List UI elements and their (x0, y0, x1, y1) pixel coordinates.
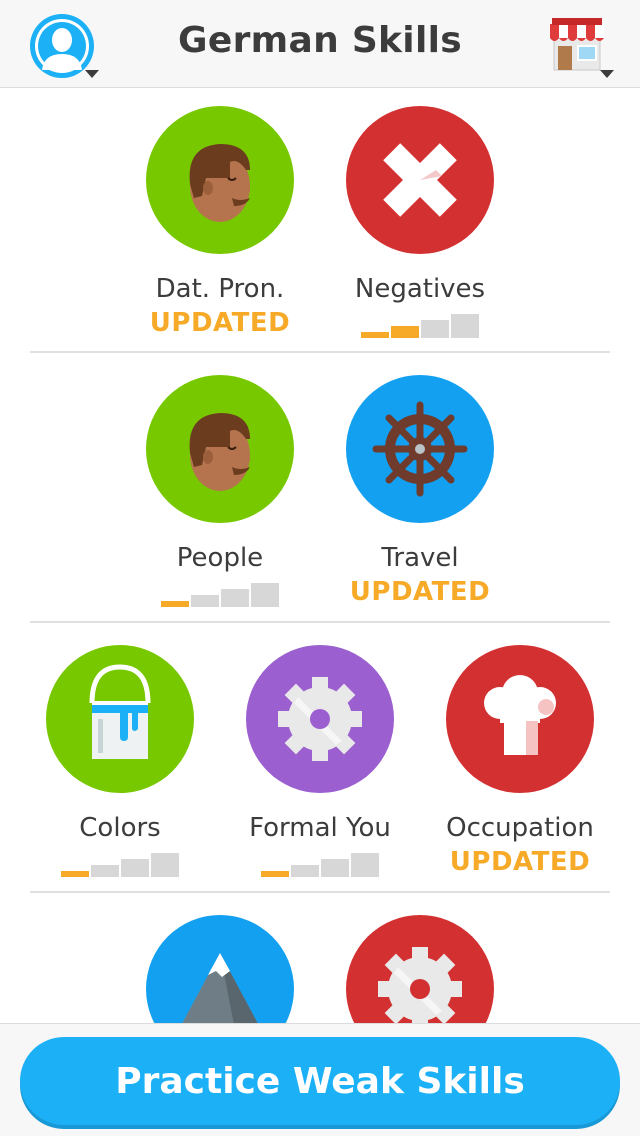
skill-name: Negatives (354, 274, 486, 304)
strength-bar (221, 589, 249, 607)
strength-meter (20, 845, 220, 879)
skill-gear[interactable] (320, 915, 520, 1023)
updated-badge: UPDATED (149, 308, 291, 338)
strength-bar (421, 320, 449, 338)
skill-name: Colors (79, 813, 161, 843)
skill-mountain-circle[interactable] (146, 915, 294, 1023)
skill-negatives-circle[interactable] (346, 106, 494, 254)
strength-bar (191, 595, 219, 607)
strength-bar (91, 865, 119, 877)
skill-dat-pron[interactable]: Dat. Pron. UPDATED (120, 106, 320, 340)
strength-bar (261, 871, 289, 877)
skill-occupation-circle[interactable] (446, 645, 594, 793)
paint-bucket-icon (89, 664, 151, 759)
skill-people-circle[interactable] (146, 375, 294, 523)
skill-name: Formal You (249, 813, 391, 843)
mountain-icon (182, 953, 258, 1023)
strength-meter (220, 845, 420, 879)
strength-bar (321, 859, 349, 877)
gear-icon (278, 677, 362, 761)
strength-bar (451, 314, 479, 338)
strength-bar (161, 601, 189, 607)
skill-formal-you-circle[interactable] (246, 645, 394, 793)
face-icon (189, 144, 250, 222)
skill-gear-circle[interactable] (346, 915, 494, 1023)
skill-formal-you[interactable]: Formal You (220, 645, 420, 879)
page-title: German Skills (178, 20, 462, 61)
row-divider (30, 351, 610, 353)
strength-bar (361, 332, 389, 338)
updated-badge: UPDATED (349, 577, 491, 607)
strength-meter (320, 306, 520, 340)
skill-tree: Dat. Pron. UPDATED Negatives People Trav… (0, 89, 640, 1023)
footer: Practice Weak Skills (0, 1023, 640, 1136)
row-divider (30, 891, 610, 893)
strength-bar (251, 583, 279, 607)
skill-travel[interactable]: Travel UPDATED (320, 375, 520, 609)
skill-people[interactable]: People (120, 375, 320, 609)
shop-dropdown-icon[interactable] (600, 70, 614, 78)
face-icon (189, 413, 250, 491)
skill-colors[interactable]: Colors (20, 645, 220, 879)
shop-icon[interactable] (548, 16, 606, 72)
skill-occupation[interactable]: Occupation UPDATED (420, 645, 620, 879)
updated-badge: UPDATED (449, 847, 591, 877)
strength-meter (120, 575, 320, 609)
gear-icon (378, 947, 462, 1023)
skill-travel-circle[interactable] (346, 375, 494, 523)
chef-hat-icon (484, 675, 556, 755)
strength-bar (121, 859, 149, 877)
ship-wheel-icon (372, 401, 468, 497)
cross-icon (383, 143, 457, 217)
skill-name: Travel (381, 543, 459, 573)
avatar-dropdown-icon[interactable] (85, 70, 99, 78)
strength-bar (61, 871, 89, 877)
skill-name: People (176, 543, 264, 573)
strength-bar (391, 326, 419, 338)
skill-name: Dat. Pron. (155, 274, 285, 304)
row-divider (30, 621, 610, 623)
strength-bar (291, 865, 319, 877)
skill-name: Occupation (446, 813, 594, 843)
skill-dat-pron-circle[interactable] (146, 106, 294, 254)
skill-colors-circle[interactable] (46, 645, 194, 793)
strength-bar (151, 853, 179, 877)
skill-negatives[interactable]: Negatives (320, 106, 520, 340)
strength-bar (351, 853, 379, 877)
skill-mountain[interactable] (120, 915, 320, 1023)
practice-weak-skills-button[interactable]: Practice Weak Skills (20, 1037, 620, 1125)
header: German Skills (0, 0, 640, 88)
